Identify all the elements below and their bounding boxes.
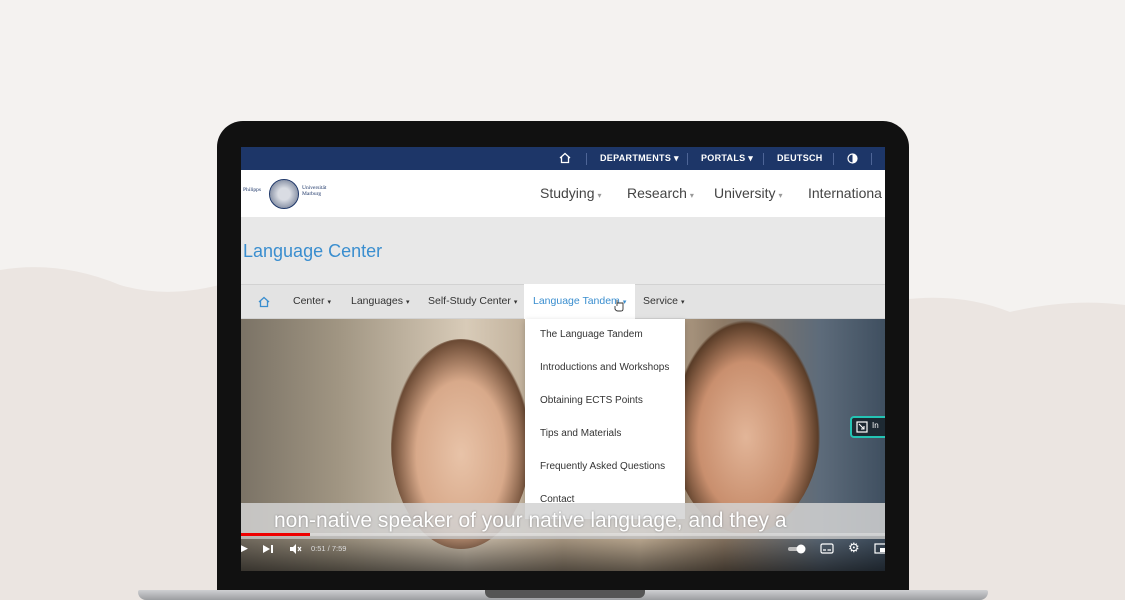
- logo-text-right: Universität Marburg: [302, 185, 327, 197]
- play-icon[interactable]: ▶: [241, 543, 248, 554]
- muted-volume-icon[interactable]: [289, 543, 302, 555]
- page-title: Language Center: [243, 241, 383, 261]
- university-seal-icon: [269, 179, 299, 209]
- dropdown-item[interactable]: Tips and Materials: [540, 428, 621, 439]
- separator: [586, 153, 587, 165]
- next-icon[interactable]: [262, 544, 274, 554]
- separator: [687, 153, 688, 165]
- nav-studying[interactable]: Studying ▾: [540, 170, 602, 217]
- pip-icon: [856, 421, 868, 433]
- laptop-notch: [485, 590, 645, 598]
- photo-man: [671, 319, 821, 534]
- title-band: Language Center: [241, 217, 885, 284]
- departments-menu[interactable]: DEPARTMENTS ▾: [600, 147, 679, 170]
- language-tandem-dropdown: The Language Tandem Introductions and Wo…: [525, 319, 685, 519]
- dropdown-item[interactable]: The Language Tandem: [540, 329, 643, 340]
- subnav-service[interactable]: Service ▾: [643, 285, 685, 318]
- subtitles-icon[interactable]: [820, 543, 834, 554]
- hand-cursor-icon: [614, 300, 624, 312]
- portals-menu[interactable]: PORTALS ▾: [701, 147, 753, 170]
- home-icon[interactable]: [258, 285, 270, 318]
- nav-research[interactable]: Research ▾: [627, 170, 694, 217]
- subnav-languages[interactable]: Languages ▾: [351, 285, 409, 318]
- settings-gear-icon[interactable]: ⚙: [848, 540, 860, 556]
- miniplayer-icon[interactable]: [874, 543, 885, 554]
- picture-in-picture-button[interactable]: In: [850, 416, 885, 438]
- top-utility-bar: DEPARTMENTS ▾ PORTALS ▾ DEUTSCH: [241, 147, 885, 170]
- separator: [763, 153, 764, 165]
- site-header: Philipps Universität Marburg Studying ▾ Re…: [241, 170, 885, 217]
- pip-label: In: [872, 421, 879, 430]
- dropdown-item[interactable]: Frequently Asked Questions: [540, 461, 665, 472]
- video-time: 0:51 / 7:59: [311, 544, 347, 553]
- nav-international[interactable]: Internationa: [808, 170, 882, 217]
- autoplay-toggle-icon[interactable]: [787, 544, 807, 554]
- home-icon[interactable]: [559, 147, 573, 170]
- subnav-self-study-center[interactable]: Self-Study Center ▾: [428, 285, 517, 318]
- separator: [871, 153, 872, 165]
- dropdown-item[interactable]: Obtaining ECTS Points: [540, 395, 643, 406]
- video-progress-bar[interactable]: [241, 533, 885, 536]
- separator: [833, 153, 834, 165]
- video-progress-fill: [241, 533, 310, 536]
- section-nav: Center ▾ Languages ▾ Self-Study Center ▾ La…: [241, 284, 885, 319]
- video-caption: non-native speaker of your native langua…: [274, 509, 787, 532]
- contrast-icon[interactable]: [847, 147, 858, 170]
- language-switch-link[interactable]: DEUTSCH: [777, 147, 823, 170]
- laptop-screen: DEPARTMENTS ▾ PORTALS ▾ DEUTSCH Philipps…: [241, 147, 885, 571]
- university-logo[interactable]: Philipps Universität Marburg: [243, 179, 333, 209]
- logo-text-left: Philipps: [243, 187, 262, 193]
- nav-university[interactable]: University ▾: [714, 170, 782, 217]
- subnav-center[interactable]: Center ▾: [293, 285, 331, 318]
- dropdown-item[interactable]: Introductions and Workshops: [540, 362, 669, 373]
